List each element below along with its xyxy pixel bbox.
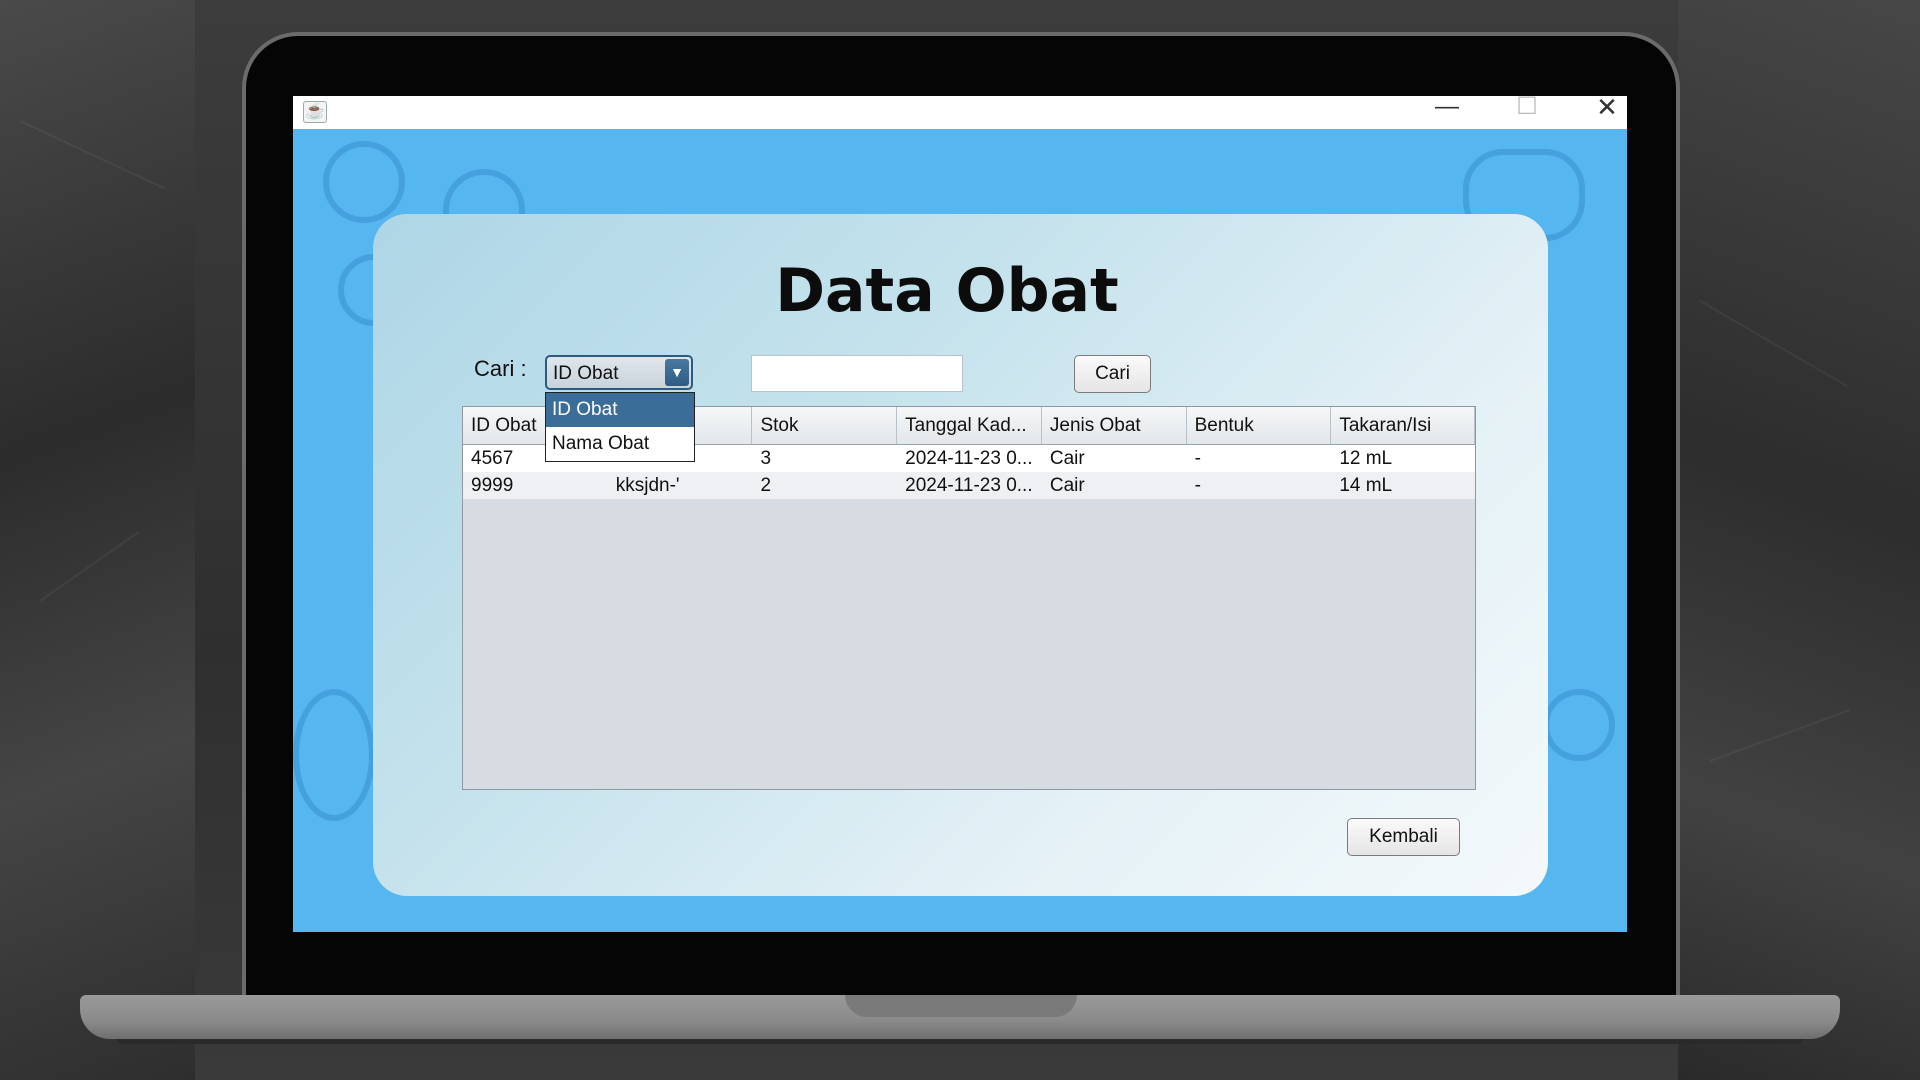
column-header[interactable]: Takaran/Isi [1331, 407, 1475, 444]
close-button[interactable]: ✕ [1587, 96, 1627, 122]
table-cell: - [1194, 475, 1201, 496]
table-row[interactable]: 9999 kksjdn-' 2 2024-11-23 0... Cair - 1… [463, 472, 1475, 499]
dropdown-option-nama-obat[interactable]: Nama Obat [546, 427, 694, 461]
table-cell: 2 [760, 475, 772, 496]
minimize-button[interactable]: — [1427, 96, 1467, 122]
laptop-notch [845, 995, 1077, 1017]
column-header[interactable]: Jenis Obat [1042, 407, 1187, 444]
maximize-button[interactable]: ☐ [1507, 96, 1547, 122]
search-button[interactable]: Cari [1074, 355, 1151, 393]
window-titlebar: ☕ — ☐ ✕ [293, 96, 1627, 129]
background-right-panel [1678, 0, 1920, 1080]
search-label: Cari : [474, 356, 527, 381]
table-cell: 2024-11-23 0... [905, 475, 1033, 496]
column-header[interactable]: Tanggal Kad... [897, 407, 1042, 444]
table-cell: Cair [1049, 448, 1085, 469]
column-header[interactable]: Bentuk [1187, 407, 1332, 444]
chevron-down-icon[interactable]: ▼ [665, 359, 689, 386]
background-left-panel [0, 0, 195, 1080]
table-cell: 14 mL [1339, 475, 1393, 496]
search-field-select[interactable]: ID Obat ▼ [545, 355, 693, 390]
content-area: Data Obat Cari : ID Obat ▼ Cari ID Obat … [293, 129, 1627, 932]
application-window: ☕ — ☐ ✕ Data Obat Cari : ID Obat ▼ Cari … [293, 96, 1627, 932]
search-field-dropdown: ID Obat Nama Obat [545, 392, 695, 462]
data-obat-card: Data Obat Cari : ID Obat ▼ Cari ID Obat … [373, 214, 1548, 896]
table-cell: 2024-11-23 0... [905, 448, 1033, 469]
search-field-selected: ID Obat [553, 363, 619, 384]
table-cell: 3 [760, 448, 772, 469]
table-cell: kksjdn-' [615, 475, 680, 496]
back-button[interactable]: Kembali [1347, 818, 1460, 856]
table-cell: Cair [1049, 475, 1085, 496]
dropdown-option-id-obat[interactable]: ID Obat [546, 393, 694, 427]
table-cell: 9999 [471, 475, 514, 496]
column-header[interactable]: Stok [752, 407, 898, 444]
medicine-table[interactable]: ID Obat Stok Tanggal Kad... Jenis Obat B… [462, 406, 1476, 790]
search-input[interactable] [751, 355, 963, 392]
java-cup-icon: ☕ [303, 101, 327, 123]
page-title: Data Obat [775, 256, 1119, 326]
table-cell: 12 mL [1339, 448, 1393, 469]
stethoscope-doodle-icon [293, 689, 375, 821]
pill-doodle-icon [323, 141, 405, 223]
pill-doodle-icon [1543, 689, 1615, 761]
table-cell: - [1194, 448, 1201, 469]
